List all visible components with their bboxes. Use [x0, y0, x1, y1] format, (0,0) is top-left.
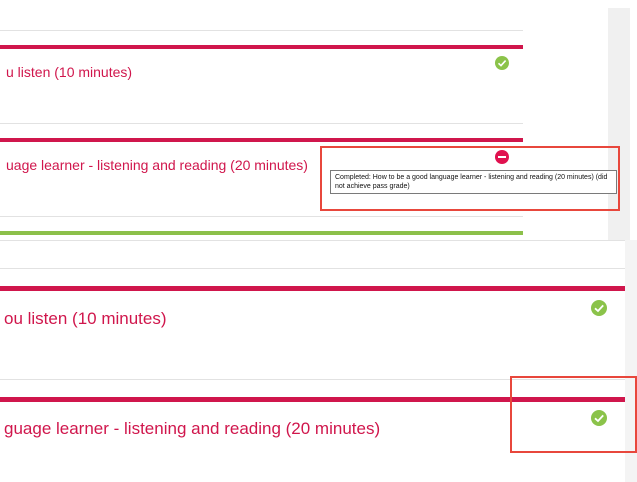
- activity-title[interactable]: ou listen (10 minutes): [4, 309, 167, 329]
- section-accent-bar: [0, 138, 523, 142]
- divider: [0, 123, 523, 124]
- bottom-activity-panel: ou listen (10 minutes) guage learner - l…: [0, 240, 637, 482]
- activity-title[interactable]: u listen (10 minutes): [6, 64, 132, 80]
- divider: [0, 216, 523, 217]
- activity-title[interactable]: guage learner - listening and reading (2…: [4, 419, 380, 439]
- top-activity-panel: u listen (10 minutes) uage learner - lis…: [0, 0, 637, 240]
- divider: [0, 240, 637, 241]
- section-accent-bar-green: [0, 231, 523, 235]
- divider: [0, 268, 625, 269]
- highlight-box: [510, 376, 637, 453]
- divider: [0, 30, 523, 31]
- check-circle-icon: [495, 56, 509, 70]
- highlight-box: [320, 146, 620, 211]
- section-accent-bar: [0, 45, 523, 49]
- check-circle-icon: [591, 300, 607, 316]
- activity-title[interactable]: uage learner - listening and reading (20…: [6, 157, 308, 173]
- section-accent-bar: [0, 286, 625, 291]
